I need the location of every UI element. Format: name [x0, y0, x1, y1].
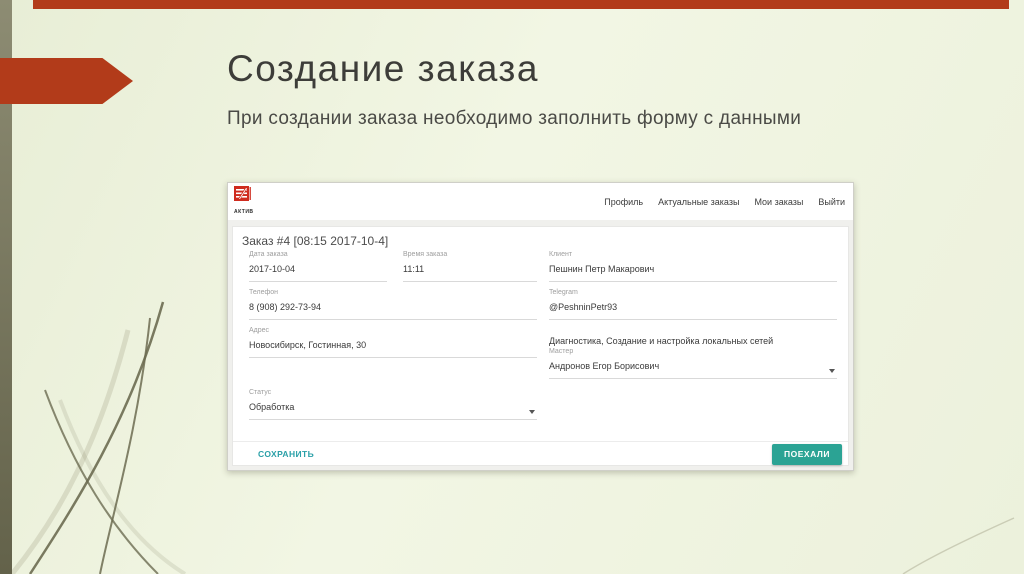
client-label: Клиент: [549, 251, 573, 258]
nav-item-profile[interactable]: Профиль: [604, 197, 643, 207]
chevron-down-icon[interactable]: [529, 410, 535, 414]
app-nav: Профиль Актуальные заказы Мои заказы Вый…: [604, 183, 845, 220]
services-text: Диагностика, Создание и настройка локаль…: [549, 336, 774, 346]
field-client: Клиент Пешнин Петр Макарович: [549, 251, 837, 282]
order-date-input[interactable]: 2017-10-04: [249, 264, 387, 274]
telegram-input[interactable]: @PeshninPetr93: [549, 302, 837, 312]
field-order-date: Дата заказа 2017-10-04: [249, 251, 387, 282]
phone-input[interactable]: 8 (908) 292-73-94: [249, 302, 537, 312]
master-select[interactable]: Андронов Егор Борисович: [549, 361, 837, 371]
order-form-card: Заказ #4 [08:15 2017-10-4] Дата заказа 2…: [232, 226, 849, 466]
go-button[interactable]: ПОЕХАЛИ: [772, 444, 842, 465]
field-order-time: Время заказа 11:11: [403, 251, 537, 282]
nav-item-my-orders[interactable]: Мои заказы: [754, 197, 803, 207]
order-title: Заказ #4 [08:15 2017-10-4]: [242, 234, 389, 248]
status-label: Статус: [249, 389, 272, 396]
address-label: Адрес: [249, 327, 270, 334]
slide-title: Создание заказа: [227, 48, 539, 89]
field-master: Мастер Андронов Егор Борисович: [549, 348, 837, 379]
status-select[interactable]: Обработка: [249, 402, 537, 412]
footer-divider: [233, 441, 848, 442]
nav-item-actual-orders[interactable]: Актуальные заказы: [658, 197, 739, 207]
save-button[interactable]: СОХРАНИТЬ: [258, 449, 314, 459]
order-time-label: Время заказа: [403, 251, 448, 258]
logo: АКТИВ: [234, 186, 264, 215]
field-telegram: Telegram @PeshninPetr93: [549, 289, 837, 320]
logo-icon: [234, 186, 251, 201]
logo-label: АКТИВ: [234, 209, 254, 215]
field-status: Статус Обработка: [249, 389, 537, 420]
master-label: Мастер: [549, 348, 574, 355]
telegram-label: Telegram: [549, 289, 578, 296]
address-input[interactable]: Новосибирск, Гостинная, 30: [249, 340, 537, 350]
slide-subtitle: При создании заказа необходимо заполнить…: [227, 108, 802, 129]
phone-label: Телефон: [249, 289, 279, 296]
app-header-bar: АКТИВ Профиль Актуальные заказы Мои зака…: [228, 183, 853, 221]
chevron-down-icon[interactable]: [829, 369, 835, 373]
app-screenshot: АКТИВ Профиль Актуальные заказы Мои зака…: [227, 182, 854, 471]
slide-background: Создание заказа При создании заказа необ…: [0, 0, 1024, 574]
order-time-input[interactable]: 11:11: [403, 264, 537, 274]
top-accent-bar: [33, 0, 1009, 9]
field-phone: Телефон 8 (908) 292-73-94: [249, 289, 537, 320]
order-date-label: Дата заказа: [249, 251, 288, 258]
field-address: Адрес Новосибирск, Гостинная, 30: [249, 327, 537, 358]
nav-item-logout[interactable]: Выйти: [818, 197, 845, 207]
client-input[interactable]: Пешнин Петр Макарович: [549, 264, 837, 274]
title-arrow-decoration: [0, 58, 133, 104]
app-page: Заказ #4 [08:15 2017-10-4] Дата заказа 2…: [228, 220, 853, 470]
